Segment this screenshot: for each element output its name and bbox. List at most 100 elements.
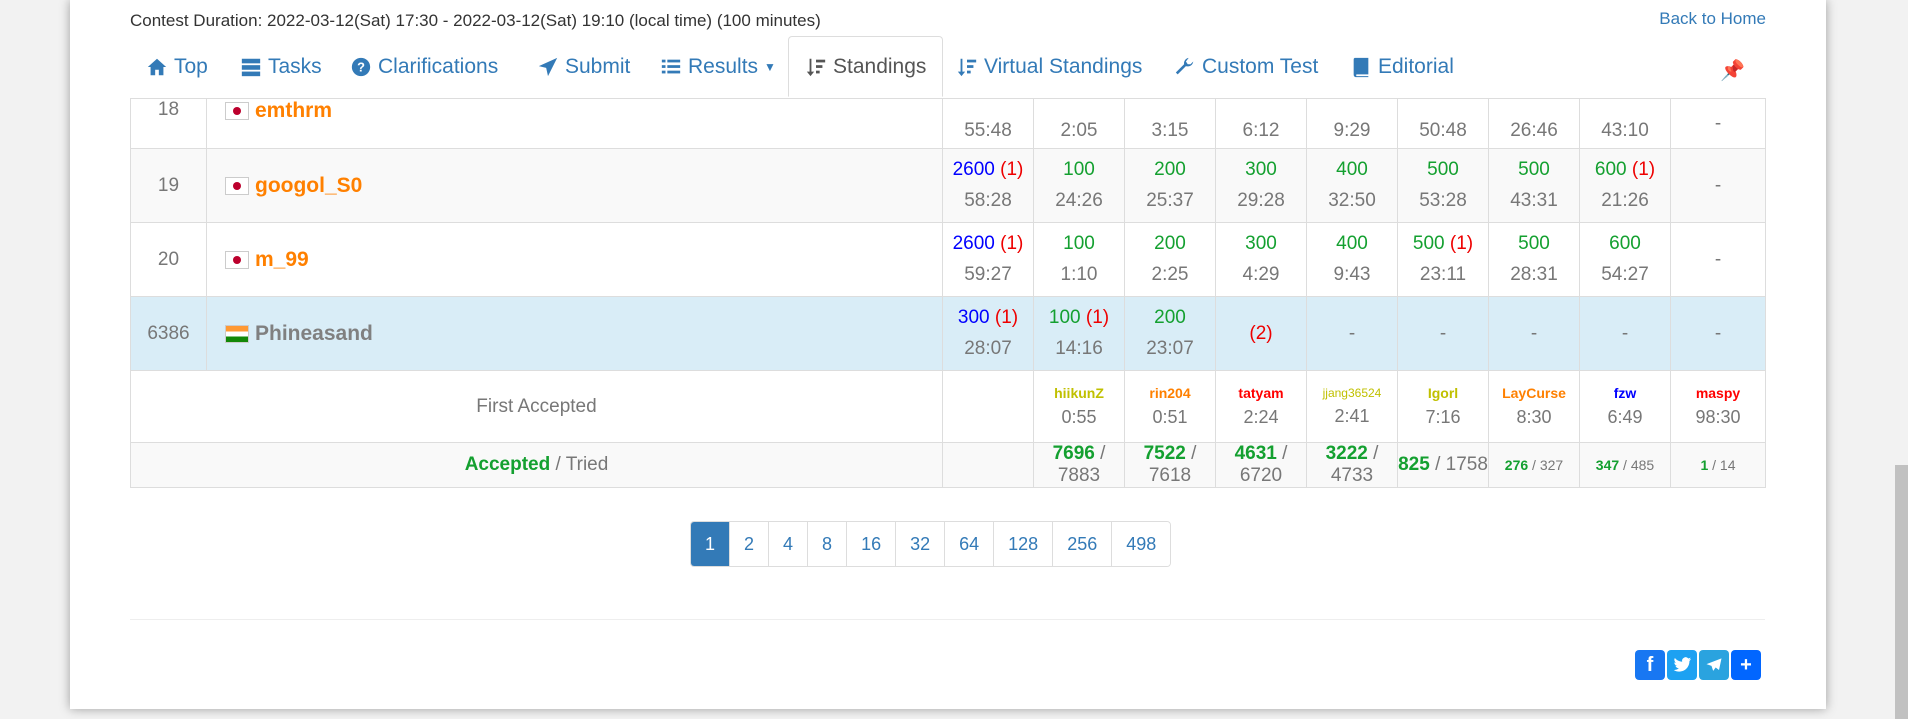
page-link-8[interactable]: 8: [807, 522, 847, 566]
page-link-2[interactable]: 2: [729, 522, 769, 566]
book-icon: [1353, 57, 1369, 78]
tab-clarifications[interactable]: ? Clarifications: [350, 44, 498, 90]
share-plus-icon[interactable]: +: [1731, 650, 1761, 680]
pin-icon[interactable]: 📌: [1720, 58, 1745, 83]
back-to-home-link[interactable]: Back to Home: [1659, 9, 1766, 29]
tab-label: Top: [174, 55, 208, 78]
standings-table: 18 emthrm 55:48 2:05 3:15 6:12 9:29 50:4…: [130, 98, 1766, 488]
task-cell: 100 1:10: [1033, 222, 1125, 297]
task-cell: 300 4:29: [1215, 222, 1307, 297]
tab-label: Virtual Standings: [984, 55, 1143, 78]
fa-cell: LayCurse 8:30: [1488, 370, 1580, 443]
wrench-icon: [1175, 57, 1194, 75]
task-cell: 43:10: [1579, 98, 1671, 149]
fa-user-link[interactable]: maspy: [1671, 385, 1765, 401]
task-cell: 200 23:07: [1124, 296, 1216, 371]
scrollbar-thumb[interactable]: [1895, 465, 1908, 719]
fa-cell: hiikunZ 0:55: [1033, 370, 1125, 443]
share-buttons: f +: [1635, 650, 1761, 680]
fa-user-link[interactable]: Igorl: [1398, 385, 1488, 401]
tab-submit[interactable]: Submit: [537, 44, 630, 90]
fa-cell: maspy 98:30: [1670, 370, 1766, 443]
accepted-tried-label: Accepted / Tried: [130, 442, 943, 488]
fa-user-link[interactable]: fzw: [1580, 385, 1670, 401]
fa-user-link[interactable]: tatyam: [1216, 385, 1306, 401]
question-circle-icon: ?: [351, 57, 371, 77]
task-cell: 500 (1) 23:11: [1397, 222, 1489, 297]
at-cell: 1 / 14: [1670, 442, 1766, 488]
task-cell: 100 24:26: [1033, 148, 1125, 223]
task-cell: 2:05: [1033, 98, 1125, 149]
user-link[interactable]: googol_S0: [255, 174, 362, 197]
tab-results[interactable]: Results ▼: [660, 44, 776, 90]
task-cell: 400 32:50: [1306, 148, 1398, 223]
fa-cell: tatyam 2:24: [1215, 370, 1307, 443]
tab-top[interactable]: Top: [146, 44, 208, 90]
fa-user-link[interactable]: hiikunZ: [1034, 385, 1124, 401]
tab-standings[interactable]: Standings: [788, 36, 944, 97]
task-cell: -: [1670, 296, 1766, 371]
at-cell: 7522 / 7618: [1124, 442, 1216, 488]
fa-user-link[interactable]: rin204: [1125, 385, 1215, 401]
task-cell: 500 28:31: [1488, 222, 1580, 297]
task-cell: -: [1670, 98, 1766, 149]
task-cell: 3:15: [1124, 98, 1216, 149]
tab-label: Editorial: [1378, 55, 1454, 78]
at-cell: 825 / 1758: [1397, 442, 1489, 488]
sort-icon: [806, 58, 826, 76]
table-row: 19 googol_S0 2600 (1) 58:28 100 24:26 200 2…: [130, 148, 1766, 223]
tab-label: Submit: [565, 55, 631, 78]
home-icon: [147, 58, 167, 76]
page-link-128[interactable]: 128: [993, 522, 1053, 566]
task-cell: 500 43:31: [1488, 148, 1580, 223]
page-link-498[interactable]: 498: [1111, 522, 1171, 566]
page-link-256[interactable]: 256: [1052, 522, 1112, 566]
tab-tasks[interactable]: Tasks: [240, 44, 322, 90]
task-cell: 26:46: [1488, 98, 1580, 149]
task-cell: 100 (1) 14:16: [1033, 296, 1125, 371]
fa-cell: Igorl 7:16: [1397, 370, 1489, 443]
fa-user-link[interactable]: LayCurse: [1489, 385, 1579, 401]
task-cell: 200 2:25: [1124, 222, 1216, 297]
user-cell: googol_S0: [206, 148, 943, 223]
tab-editorial[interactable]: Editorial: [1350, 44, 1454, 90]
india-flag-icon: [225, 324, 249, 343]
tasks-icon: [241, 58, 261, 77]
tab-label: Custom Test: [1202, 55, 1319, 78]
tab-virtual-standings[interactable]: Virtual Standings: [956, 44, 1142, 90]
japan-flag-icon: [225, 176, 249, 195]
pagination: 1 2 4 8 16 32 64 128 256 498: [690, 521, 1172, 567]
rank-cell: 20: [130, 222, 207, 297]
task-cell: 600 54:27: [1579, 222, 1671, 297]
task-cell: -: [1579, 296, 1671, 371]
table-row: 18 emthrm 55:48 2:05 3:15 6:12 9:29 50:4…: [130, 98, 1766, 149]
page-link-16[interactable]: 16: [846, 522, 896, 566]
page-link-4[interactable]: 4: [768, 522, 808, 566]
telegram-icon[interactable]: [1699, 650, 1729, 680]
rank-cell: 19: [130, 148, 207, 223]
user-cell: Phineasand: [206, 296, 943, 371]
contest-duration: Contest Duration: 2022-03-12(Sat) 17:30 …: [130, 11, 821, 30]
task-cell: (2): [1215, 296, 1307, 371]
user-link[interactable]: Phineasand: [255, 322, 373, 345]
task-cell: 50:48: [1397, 98, 1489, 149]
fa-cell: jjang36524 2:41: [1306, 370, 1398, 443]
page-link-32[interactable]: 32: [895, 522, 945, 566]
accepted-tried-row: Accepted / Tried 7696 / 7883 7522 / 7618…: [130, 442, 1766, 488]
japan-flag-icon: [225, 250, 249, 269]
tab-custom-test[interactable]: Custom Test: [1174, 44, 1318, 90]
tab-label: Clarifications: [378, 55, 499, 78]
total-time: 55:48: [964, 119, 1012, 141]
task-cell: 400 9:43: [1306, 222, 1398, 297]
facebook-icon[interactable]: f: [1635, 650, 1665, 680]
send-icon: [538, 57, 558, 77]
page-link-64[interactable]: 64: [944, 522, 994, 566]
task-cell: -: [1670, 148, 1766, 223]
user-link[interactable]: emthrm: [255, 99, 332, 122]
task-cell: 200 25:37: [1124, 148, 1216, 223]
page-link-1[interactable]: 1: [691, 522, 730, 566]
table-row: 20 m_99 2600 (1) 59:27 100 1:10 200 2:25 30…: [130, 222, 1766, 297]
user-link[interactable]: m_99: [255, 248, 309, 271]
twitter-icon[interactable]: [1667, 650, 1697, 680]
fa-user-link[interactable]: jjang36524: [1307, 386, 1397, 400]
